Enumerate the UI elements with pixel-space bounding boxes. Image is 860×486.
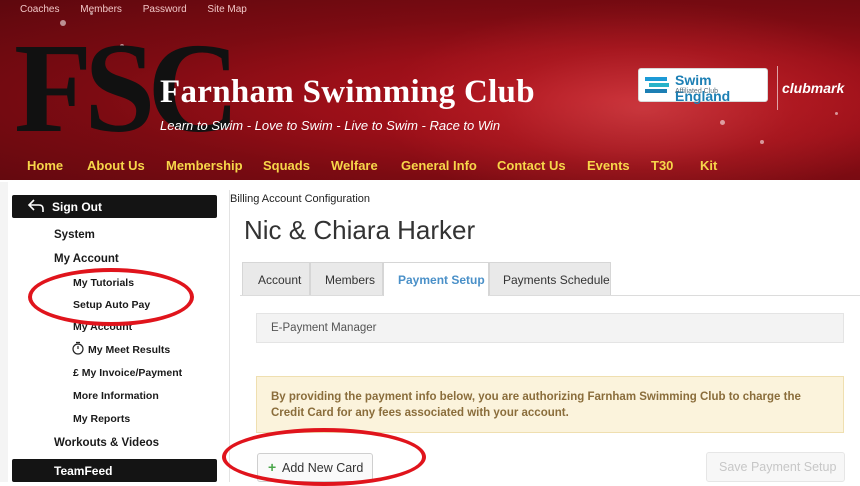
tab-members[interactable]: Members: [310, 262, 383, 295]
nav-events[interactable]: Events: [587, 158, 630, 173]
tab-payment-setup[interactable]: Payment Setup: [383, 262, 489, 296]
tab-payments-schedule[interactable]: Payments Schedule: [489, 262, 611, 295]
teamfeed-button[interactable]: TeamFeed: [12, 459, 217, 482]
water-splash: [835, 112, 838, 115]
tab-label: Account: [258, 273, 302, 287]
nav-contact-us[interactable]: Contact Us: [497, 158, 566, 173]
tabs-baseline: [240, 295, 860, 296]
nav-membership[interactable]: Membership: [166, 158, 243, 173]
sidebar-item-system[interactable]: System: [54, 229, 95, 241]
clubmark-logo[interactable]: clubmark: [782, 80, 844, 96]
content-divider: [229, 190, 230, 482]
swim-england-badge[interactable]: Swim England Affiliated Club: [638, 68, 768, 104]
authorization-notice: By providing the payment info below, you…: [256, 376, 844, 433]
plus-icon: +: [268, 459, 277, 475]
sign-out-button[interactable]: Sign Out: [12, 195, 217, 218]
sidebar-item-my-meet-results[interactable]: My Meet Results: [88, 344, 170, 356]
nav-about-us[interactable]: About Us: [87, 158, 145, 173]
sidebar-item-my-tutorials[interactable]: My Tutorials: [73, 277, 134, 289]
club-tagline: Learn to Swim - Love to Swim - Live to S…: [160, 118, 501, 133]
water-splash: [720, 120, 725, 125]
nav-t30[interactable]: T30: [651, 158, 673, 173]
stopwatch-icon: [72, 341, 84, 355]
page-title: Nic & Chiara Harker: [244, 215, 476, 245]
sidebar-item-my-reports[interactable]: My Reports: [73, 413, 130, 425]
swim-england-subtitle: Affiliated Club: [675, 88, 719, 95]
main-nav: Home About Us Membership Squads Welfare …: [0, 158, 860, 178]
sidebar-edge: [0, 182, 8, 482]
e-payment-manager-header: E-Payment Manager: [256, 313, 844, 343]
save-payment-setup-button[interactable]: Save Payment Setup: [706, 452, 845, 482]
sign-out-icon: [27, 199, 44, 212]
top-link-coaches[interactable]: Coaches: [20, 4, 59, 15]
top-links: Coaches Members Password Site Map: [20, 4, 265, 15]
nav-general-info[interactable]: General Info: [401, 158, 477, 173]
nav-home[interactable]: Home: [27, 158, 63, 173]
sidebar-item-workouts-videos[interactable]: Workouts & Videos: [54, 437, 159, 449]
top-link-site-map[interactable]: Site Map: [207, 4, 246, 15]
notice-text: By providing the payment info below, you…: [271, 391, 801, 419]
tab-label: Members: [325, 273, 376, 287]
sidebar-item-my-account-sub[interactable]: My Account: [73, 321, 132, 333]
top-link-password[interactable]: Password: [143, 4, 187, 15]
water-splash: [760, 140, 764, 144]
sidebar-item-more-information[interactable]: More Information: [73, 390, 159, 402]
sign-out-label: Sign Out: [52, 200, 102, 214]
add-new-card-button[interactable]: + Add New Card: [257, 453, 373, 482]
add-card-label: Add New Card: [282, 461, 364, 475]
sidebar-item-my-invoice-payment[interactable]: £ My Invoice/Payment: [73, 367, 182, 379]
sidebar-item-my-account[interactable]: My Account: [54, 253, 119, 265]
sidebar-item-setup-auto-pay[interactable]: Setup Auto Pay: [73, 299, 150, 311]
nav-squads[interactable]: Squads: [263, 158, 310, 173]
club-name: Farnham Swimming Club: [160, 74, 535, 110]
breadcrumb: Billing Account Configuration: [230, 193, 371, 205]
tab-label: Payment Setup: [398, 273, 485, 287]
save-label: Save Payment Setup: [719, 460, 837, 474]
section-title: E-Payment Manager: [271, 322, 377, 334]
top-link-members[interactable]: Members: [80, 4, 122, 15]
swim-england-icon: [645, 77, 669, 93]
nav-welfare[interactable]: Welfare: [331, 158, 378, 173]
nav-kit[interactable]: Kit: [700, 158, 717, 173]
tab-label: Payments Schedule: [503, 273, 610, 287]
tab-account[interactable]: Account: [242, 262, 310, 295]
header-banner: Coaches Members Password Site Map FSC Fa…: [0, 0, 860, 180]
teamfeed-label: TeamFeed: [54, 464, 113, 478]
divider: [777, 66, 778, 110]
